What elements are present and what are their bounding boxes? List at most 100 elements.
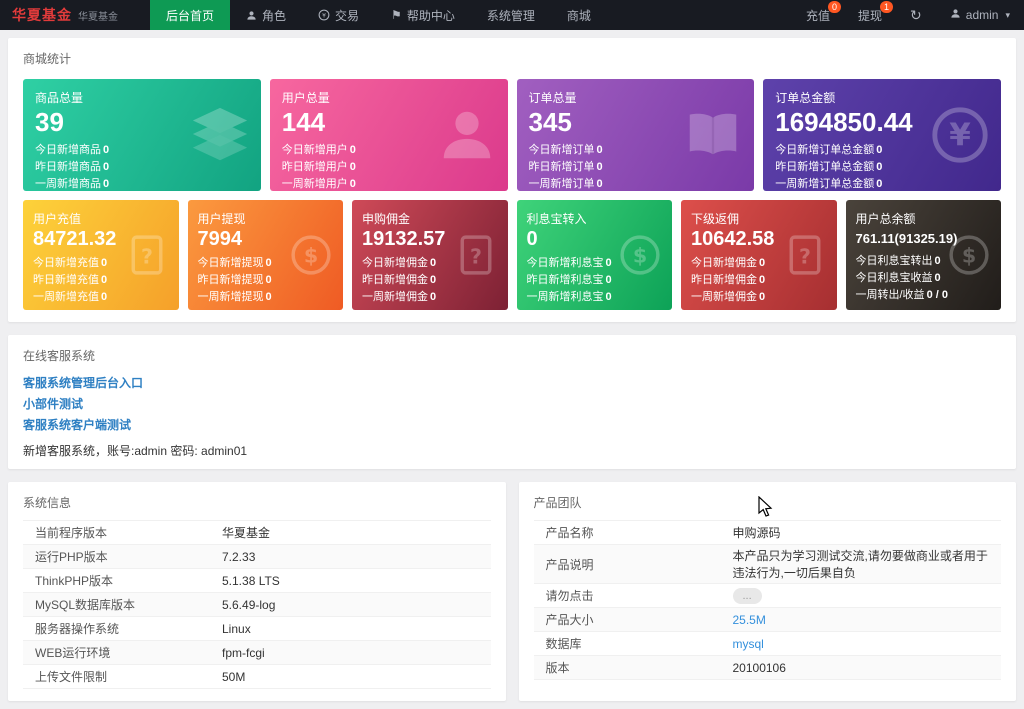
stat-line: 一周新增佣金 0 [691,291,766,303]
database-link[interactable]: mysql [733,637,764,651]
info-label: MySQL数据库版本 [23,592,210,617]
client-test-link[interactable]: 客服系统客户端测试 [23,416,1001,433]
info-value: 5.6.49-log [210,592,491,617]
info-value: 7.2.33 [210,544,491,569]
bottom-section: 系统信息 当前程序版本 华夏基金 运行PHP版本 7.2.33 ThinkPHP… [8,482,1016,701]
table-row: MySQL数据库版本 5.6.49-log [23,592,491,617]
stat-card-downline-rebate: 下级返佣 10642.58 今日新增佣金 0 昨日新增佣金 0 一周新增佣金 0 ? [681,200,837,310]
info-label: 请勿点击 [533,583,721,608]
svg-text:$: $ [304,244,318,268]
stat-title: 用户充值 [33,212,82,226]
info-value: mysql [720,631,1001,656]
table-row: 版本 20100106 [533,655,1001,680]
nav-item-system-admin[interactable]: 系统管理 [471,0,551,30]
table-row: 请勿点击 ... [533,583,1001,608]
nav-item-label: 角色 [262,8,287,23]
product-team-panel: 产品团队 产品名称 申购源码 产品说明 本产品只为学习测试交流,请勿要做商业或者… [518,482,1016,701]
nav-item-label: 系统管理 [486,8,535,23]
service-account-note: 新增客服系统，账号:admin 密码: admin01 [23,444,248,458]
table-row: WEB运行环境 fpm-fcgi [23,640,491,665]
stats-body: 商品总量 39 今日新增商品 0 昨日新增商品 0 一周新增商品 0 用户总量 144… [8,67,1016,322]
refresh-button[interactable]: ↻ [896,0,936,30]
info-value: 申购源码 [720,520,1001,545]
stat-line: 一周新增提现 0 [197,291,272,303]
nav-item-label: 交易 [335,8,360,23]
service-admin-entry-link[interactable]: 客服系统管理后台入口 [23,374,1001,391]
info-value: 华夏基金 [210,520,491,545]
stat-title: 下级返佣 [691,212,740,226]
customer-service-panel: 在线客服系统 客服系统管理后台入口 小部件测试 客服系统客户端测试 新增客服系统… [8,335,1016,469]
recharge-label: 充值 [806,8,831,23]
stat-line: 一周新增用户 0 [281,178,356,190]
nav-item-home[interactable]: 后台首页 [150,0,231,30]
product-team-table: 产品名称 申购源码 产品说明 本产品只为学习测试交流,请勿要做商业或者用于违法行… [533,520,1001,680]
info-value: ... [720,583,1001,608]
dollar-circle-icon: $ [947,233,991,277]
admin-menu[interactable]: admin ▾ [936,0,1024,30]
info-label: WEB运行环境 [23,640,210,665]
book-icon [682,104,744,166]
info-value: fpm-fcgi [210,640,491,665]
stats-row-1: 商品总量 39 今日新增商品 0 昨日新增商品 0 一周新增商品 0 用户总量 144… [23,79,1001,191]
widget-test-link[interactable]: 小部件测试 [23,395,1001,412]
svg-text:¥: ¥ [949,118,971,154]
user-icon [246,10,257,21]
refresh-icon: ↻ [910,6,922,23]
brand[interactable]: 华夏基金 华夏基金 [0,0,150,30]
user-icon [950,8,961,22]
system-info-table: 当前程序版本 华夏基金 运行PHP版本 7.2.33 ThinkPHP版本 5.… [23,520,491,689]
table-row: 数据库 mysql [533,631,1001,656]
stat-card-users-total: 用户总量 144 今日新增用户 0 昨日新增用户 0 一周新增用户 0 [269,79,508,191]
info-label: 当前程序版本 [23,520,210,545]
do-not-click-pill[interactable]: ... [732,587,762,604]
svg-text:?: ? [799,244,811,268]
navbar-right: 充值 0 提现 1 ↻ admin ▾ [792,0,1024,30]
stat-card-user-recharge: 用户充值 84721.32 今日新增充值 0 昨日新增充值 0 一周新增充值 0 ? [23,200,179,310]
coin-icon: ¥ [318,9,330,21]
info-value: 50M [210,664,491,689]
table-row: 产品名称 申购源码 [533,520,1001,545]
nav-item-help-center[interactable]: ⚑ 帮助中心 [375,0,471,30]
table-row: 上传文件限制 50M [23,664,491,689]
info-label: 运行PHP版本 [23,544,210,569]
user-icon [436,104,498,166]
svg-text:?: ? [470,244,482,268]
stat-title: 用户提现 [197,212,246,226]
stat-line: 一周新增充值 0 [33,291,108,303]
stat-line: 一周新增订单 0 [528,178,603,190]
nav-item-trade[interactable]: ¥ 交易 [302,0,375,30]
stat-title: 利息宝转入 [526,212,587,226]
flag-icon: ⚑ [391,8,402,22]
recharge-button[interactable]: 充值 0 [792,0,844,30]
stat-line: 一周新增商品 0 [35,178,110,190]
table-row: 运行PHP版本 7.2.33 [23,544,491,569]
svg-text:$: $ [962,244,976,268]
table-row: ThinkPHP版本 5.1.38 LTS [23,568,491,593]
info-value: 20100106 [720,655,1001,680]
main-menu: 后台首页 角色 ¥ 交易 ⚑ 帮助中心 系统管理 商城 [150,0,607,30]
stats-row-2: 用户充值 84721.32 今日新增充值 0 昨日新增充值 0 一周新增充值 0 ? … [23,200,1001,310]
info-value: 25.5M [720,607,1001,632]
stat-card-user-balance-total: 用户总余额 761.11(91325.19) 今日利息宝转出 0 今日利息宝收益 0… [845,200,1001,310]
mall-statistics-panel: 商城统计 商品总量 39 今日新增商品 0 昨日新增商品 0 一周新增商品 0 用户总… [8,38,1016,322]
brand-subtitle: 华夏基金 [78,11,118,23]
withdraw-badge: 1 [880,1,894,13]
dollar-circle-icon: $ [618,233,662,277]
withdraw-label: 提现 [858,8,883,23]
table-row: 产品说明 本产品只为学习测试交流,请勿要做商业或者用于违法行为,一切后果自负 [533,544,1001,584]
nav-item-roles[interactable]: 角色 [230,0,302,30]
nav-item-label: 帮助中心 [406,8,455,23]
stat-card-orders-total: 订单总量 345 今日新增订单 0 昨日新增订单 0 一周新增订单 0 [516,79,755,191]
system-info-panel: 系统信息 当前程序版本 华夏基金 运行PHP版本 7.2.33 ThinkPHP… [8,482,506,701]
svg-text:¥: ¥ [322,12,326,19]
stat-card-products-total: 商品总量 39 今日新增商品 0 昨日新增商品 0 一周新增商品 0 [23,79,261,191]
withdraw-button[interactable]: 提现 1 [844,0,896,30]
stat-title: 申购佣金 [362,212,411,226]
product-size-link[interactable]: 25.5M [733,613,766,627]
nav-item-mall[interactable]: 商城 [551,0,607,30]
stat-line: 一周转出/收益 0 / 0 [855,289,948,301]
nav-item-label: 商城 [566,8,591,23]
dollar-circle-icon: $ [289,233,333,277]
brand-title: 华夏基金 [12,7,72,23]
panel-title: 系统信息 [23,496,72,510]
